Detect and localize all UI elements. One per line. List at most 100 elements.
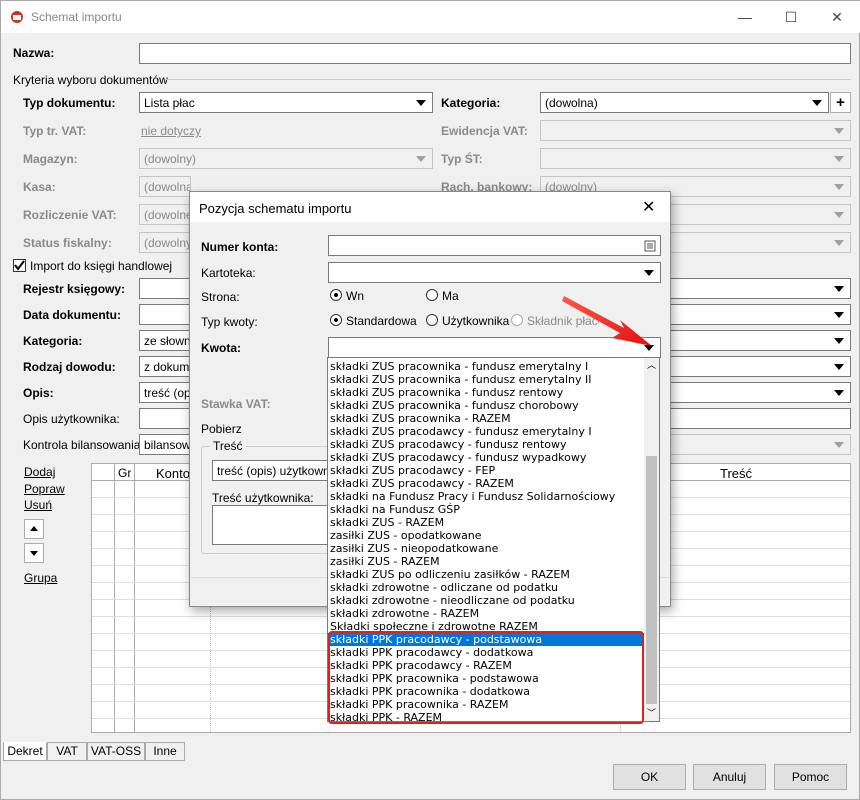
data-dokumentu-label: Data dokumentu: [23, 308, 122, 322]
typ-st-select[interactable] [540, 148, 851, 169]
dropdown-item[interactable]: składki ZUS - RAZEM [328, 516, 644, 529]
opis-select[interactable]: treść (opis) użytkownika [139, 382, 191, 403]
usun-link[interactable]: Usuń [24, 498, 52, 512]
anuluj-button[interactable]: Anuluj [693, 764, 766, 790]
chevron-down-icon [416, 100, 426, 106]
dialog-close-icon[interactable]: ✕ [642, 197, 655, 217]
dropdown-item[interactable]: składki ZUS pracodawcy - fundusz rentowy [328, 438, 644, 451]
skladnik-radio[interactable] [511, 314, 523, 326]
status-select[interactable]: (dowolny) [139, 232, 191, 253]
dropdown-item[interactable]: składki ZUS pracodawcy - fundusz wypadko… [328, 451, 644, 464]
wn-radio[interactable] [330, 289, 342, 301]
ma-radio[interactable] [426, 289, 438, 301]
kontrola-label: Kontrola bilansowania: [23, 438, 144, 452]
opis-uzyt-right-input[interactable] [670, 408, 851, 429]
right-disabled-select-1[interactable] [670, 204, 851, 225]
dropdown-item[interactable]: składki zdrowotne - RAZEM [328, 607, 644, 620]
dropdown-item[interactable]: składki ZUS pracownika - fundusz chorobo… [328, 399, 644, 412]
chevron-down-icon [812, 100, 822, 106]
tab-vat-oss[interactable]: VAT-OSS [87, 742, 145, 761]
ma-label: Ma [442, 289, 459, 303]
rodzaj-right-select[interactable] [670, 356, 851, 377]
tab-dekret[interactable]: Dekret [3, 742, 47, 761]
tab-vat[interactable]: VAT [47, 742, 87, 761]
dropdown-item[interactable]: zasiłki ZUS - opodatkowane [328, 529, 644, 542]
numer-konta-label: Numer konta: [201, 240, 279, 254]
move-up-button[interactable] [24, 519, 44, 539]
kategoria-select[interactable]: (dowolna) [540, 92, 829, 113]
minimize-button[interactable]: — [722, 1, 768, 33]
kasa-select[interactable]: (dowolna) [139, 176, 191, 197]
pomoc-button[interactable]: Pomoc [774, 764, 847, 790]
numer-konta-input[interactable] [328, 235, 661, 256]
rodzaj-value: z dokumentu [144, 360, 190, 374]
dodaj-link[interactable]: Dodaj [24, 465, 55, 479]
typ-dokumentu-select[interactable]: Lista płac [139, 92, 433, 113]
standardowa-radio[interactable] [330, 314, 342, 326]
data-dokumentu-select[interactable] [139, 304, 191, 325]
popraw-link[interactable]: Popraw [24, 482, 65, 496]
move-down-button[interactable] [24, 543, 44, 563]
kartoteka-select[interactable] [328, 262, 661, 283]
dropdown-item[interactable]: składki ZUS po odliczeniu zasiłków - RAZ… [328, 568, 644, 581]
scroll-thumb[interactable] [646, 456, 657, 704]
rozliczenie-value: (dowolne) [144, 208, 190, 222]
dialog-title-bar: Pozycja schematu importu ✕ [190, 192, 670, 222]
scrollbar[interactable]: ︿ ﹀ [644, 358, 659, 721]
tresc-uzytkownika-input[interactable] [212, 505, 328, 545]
rejestr-select[interactable] [139, 278, 191, 299]
dropdown-item[interactable]: składki zdrowotne - nieodliczane od poda… [328, 594, 644, 607]
close-button[interactable]: ✕ [814, 1, 860, 33]
wn-label: Wn [346, 289, 364, 303]
dropdown-item[interactable]: składki zdrowotne - odliczane od podatku [328, 581, 644, 594]
kasa-value: (dowolna) [144, 180, 190, 194]
ok-button[interactable]: OK [613, 764, 686, 790]
grupa-link[interactable]: Grupa [24, 571, 57, 585]
check-icon [14, 260, 25, 271]
dropdown-item[interactable]: składki ZUS pracodawcy - FEP [328, 464, 644, 477]
kat2-right-select[interactable] [670, 330, 851, 351]
dropdown-item[interactable]: składki ZUS pracodawcy - fundusz emeryta… [328, 425, 644, 438]
right-disabled-select-2[interactable] [670, 232, 851, 253]
scroll-up-icon[interactable]: ︿ [644, 358, 659, 373]
dropdown-item[interactable]: składki ZUS pracownika - RAZEM [328, 412, 644, 425]
nazwa-input[interactable] [139, 43, 851, 64]
uzytkownika-label: Użytkownika [442, 314, 510, 328]
rozliczenie-label: Rozliczenie VAT: [23, 208, 117, 222]
dropdown-item[interactable]: składki ZUS pracownika - fundusz rentowy [328, 386, 644, 399]
dropdown-item[interactable]: zasiłki ZUS - nieopodatkowane [328, 542, 644, 555]
app-icon [11, 11, 23, 23]
chevron-down-icon [834, 156, 844, 162]
maximize-button[interactable]: ☐ [768, 1, 814, 33]
opis-uzytkownika-input[interactable] [139, 408, 191, 429]
dropdown-item[interactable]: składki ZUS pracownika - fundusz emeryta… [328, 360, 644, 373]
dropdown-item[interactable]: składki ZUS pracownika - fundusz emeryta… [328, 373, 644, 386]
import-checkbox[interactable] [13, 259, 26, 272]
grid-header-konto: Konto [156, 466, 190, 481]
typ-kwoty-label: Typ kwoty: [201, 315, 258, 329]
kwota-dropdown-list[interactable]: składki ZUS pracownika - fundusz emeryta… [327, 357, 660, 724]
kategoria2-select[interactable]: ze słownika [139, 330, 191, 351]
magazyn-select[interactable]: (dowolny) [139, 148, 433, 169]
rodzaj-select[interactable]: z dokumentu [139, 356, 191, 377]
kontrola-right-select[interactable] [670, 434, 851, 455]
status-value: (dowolny) [144, 236, 191, 250]
tab-inne[interactable]: Inne [145, 742, 185, 761]
dropdown-item[interactable]: zasiłki ZUS - RAZEM [328, 555, 644, 568]
dropdown-item[interactable]: składki na Fundusz Pracy i Fundusz Solid… [328, 490, 644, 503]
rejestr-right-select[interactable] [670, 278, 851, 299]
list-icon[interactable] [644, 240, 656, 252]
tresc-select[interactable]: treść (opis) użytkownika [212, 460, 328, 481]
kontrola-select[interactable]: bilansowanie [139, 434, 191, 455]
scroll-down-icon[interactable]: ﹀ [644, 706, 659, 721]
dropdown-item[interactable]: składki ZUS pracodawcy - RAZEM [328, 477, 644, 490]
opis-uzytkownika-label: Opis użytkownika: [23, 412, 120, 426]
status-label: Status fiskalny: [23, 236, 112, 250]
add-kategoria-button[interactable]: + [830, 92, 851, 113]
uzytkownika-radio[interactable] [426, 314, 438, 326]
dropdown-item[interactable]: składki na Fundusz GŚP [328, 503, 644, 516]
opis-right-select[interactable] [670, 382, 851, 403]
data-right-select[interactable] [670, 304, 851, 325]
ewidencja-select[interactable] [540, 120, 851, 141]
rozliczenie-select[interactable]: (dowolne) [139, 204, 191, 225]
